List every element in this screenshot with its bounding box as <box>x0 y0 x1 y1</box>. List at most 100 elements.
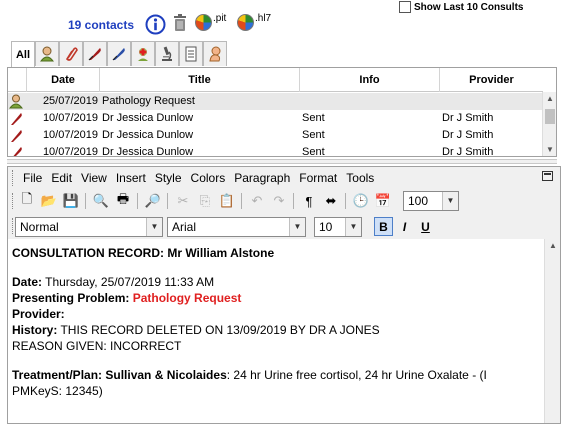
chevron-down-icon[interactable]: ▼ <box>146 218 162 236</box>
chevron-down-icon[interactable]: ▼ <box>345 218 361 236</box>
table-row[interactable]: 10/07/2019 Dr Jessica Dunlow Sent Dr J S… <box>8 127 543 144</box>
chevron-down-icon[interactable]: ▼ <box>289 218 305 236</box>
zoom-value: 100 <box>408 194 429 208</box>
tab-letters-blue[interactable] <box>107 41 131 66</box>
show-last-10-consults-checkbox[interactable]: Show Last 10 Consults <box>399 1 523 13</box>
tab-pathology[interactable] <box>155 41 179 66</box>
column-header-date[interactable]: Date <box>27 68 100 92</box>
row-provider: Dr J Smith <box>442 146 494 157</box>
new-document-icon[interactable]: 🗋 <box>18 191 36 210</box>
toolbar-grip[interactable] <box>12 193 15 209</box>
row-date: 10/07/2019 <box>42 112 98 124</box>
menu-format[interactable]: Format <box>297 171 344 185</box>
table-row[interactable]: 10/07/2019 Dr Jessica Dunlow Sent Dr J S… <box>8 110 543 127</box>
export-hl7-button[interactable]: .hl7 <box>237 13 271 31</box>
checkbox-box[interactable] <box>399 1 411 13</box>
underline-button[interactable]: U <box>416 217 435 236</box>
row-icon-cell <box>8 110 27 127</box>
row-title: Dr Jessica Dunlow <box>102 146 194 157</box>
document-heading: CONSULTATION RECORD: Mr William Alstone <box>12 246 275 260</box>
problem-value: Pathology Request <box>132 291 242 305</box>
bold-button[interactable]: B <box>374 217 393 236</box>
row-icon-cell <box>8 144 27 156</box>
menu-file[interactable]: File <box>15 171 49 185</box>
row-title: Dr Jessica Dunlow <box>102 112 194 124</box>
document-icon <box>185 46 197 62</box>
font-size-select[interactable]: 10 ▼ <box>314 217 362 237</box>
zoom-select[interactable]: 100 ▼ <box>403 191 459 211</box>
treatment-provider: Sullivan & Nicolaides <box>102 368 227 382</box>
save-icon[interactable]: 💾 <box>62 192 80 210</box>
paste-icon[interactable]: 📋 <box>218 192 236 210</box>
font-size-value: 10 <box>319 220 333 234</box>
tab-patient[interactable] <box>35 41 59 66</box>
table-row[interactable]: 10/07/2019 Dr Jessica Dunlow Sent Dr J S… <box>8 144 543 157</box>
patient-icon <box>39 46 55 62</box>
history-label: History: <box>12 323 58 337</box>
filter-tabs: All <box>11 41 541 67</box>
table-scrollbar[interactable]: ▲ ▼ <box>542 92 556 156</box>
copy-icon[interactable]: ⎘ <box>196 192 214 210</box>
tab-medical[interactable] <box>131 41 155 66</box>
quill-icon <box>13 147 22 156</box>
cut-icon[interactable]: ✂ <box>174 192 192 210</box>
tab-all[interactable]: All <box>11 41 35 67</box>
row-info: Sent <box>302 112 325 124</box>
row-icon-cell <box>8 93 27 110</box>
redo-icon[interactable]: ↷ <box>270 192 288 210</box>
column-header-title[interactable]: Title <box>100 68 300 92</box>
treatment-line: Treatment/Plan: Sullivan & Nicolaides: 2… <box>12 367 544 383</box>
menu-style[interactable]: Style <box>153 171 189 185</box>
table-header: Date Title Info Provider <box>8 68 543 92</box>
tab-all-label: All <box>15 48 31 61</box>
column-header-icon[interactable] <box>8 68 27 92</box>
tab-obstetrics[interactable] <box>203 41 227 66</box>
page-width-icon[interactable]: ⬌ <box>322 192 340 210</box>
menu-edit[interactable]: Edit <box>49 171 79 185</box>
table-row[interactable]: 25/07/2019 Pathology Request <box>8 93 543 110</box>
tab-attachments[interactable] <box>59 41 83 66</box>
style-select[interactable]: Normal ▼ <box>15 217 163 237</box>
menu-tools[interactable]: Tools <box>344 171 381 185</box>
paragraph-marks-icon[interactable]: ¶ <box>300 192 318 210</box>
toolbar-separator <box>137 193 138 209</box>
column-header-info[interactable]: Info <box>300 68 440 92</box>
row-icon-cell <box>8 127 27 144</box>
calendar-icon[interactable]: 📅 <box>374 192 392 210</box>
panel-splitter[interactable] <box>7 159 557 164</box>
chevron-down-icon[interactable]: ▼ <box>442 192 458 210</box>
document-body[interactable]: CONSULTATION RECORD: Mr William Alstone … <box>8 239 544 423</box>
scroll-up-icon[interactable]: ▲ <box>549 241 557 250</box>
pmkeys-line: PMKeyS: 12345) <box>12 384 103 398</box>
quill-red-icon <box>88 48 101 61</box>
italic-button[interactable]: I <box>395 217 414 236</box>
menu-view[interactable]: View <box>79 171 114 185</box>
reason-line: REASON GIVEN: INCORRECT <box>12 339 182 353</box>
delete-button[interactable] <box>173 14 187 32</box>
toolbar-separator <box>167 193 168 209</box>
info-button[interactable] <box>145 14 166 35</box>
undo-icon[interactable]: ↶ <box>248 192 266 210</box>
column-header-provider[interactable]: Provider <box>440 68 543 92</box>
paperclip-icon <box>65 47 78 61</box>
document-scrollbar[interactable]: ▲ <box>544 239 560 423</box>
export-pit-button[interactable]: .pit <box>195 13 226 31</box>
print-icon[interactable]: 🖶 <box>114 191 132 210</box>
clock-icon[interactable]: 🕒 <box>352 192 370 210</box>
tab-documents[interactable] <box>179 41 203 66</box>
row-date: 10/07/2019 <box>42 146 98 157</box>
menu-insert[interactable]: Insert <box>114 171 153 185</box>
menu-colors[interactable]: Colors <box>189 171 233 185</box>
open-folder-icon[interactable]: 📂 <box>40 192 58 210</box>
restore-window-icon[interactable] <box>542 171 553 181</box>
font-select[interactable]: Arial ▼ <box>167 217 306 237</box>
find-icon[interactable]: 🔎 <box>144 192 162 210</box>
scroll-up-icon[interactable]: ▲ <box>546 94 554 103</box>
scroll-down-icon[interactable]: ▼ <box>546 145 554 154</box>
problem-line: Presenting Problem: Pathology Request <box>12 290 544 306</box>
scroll-thumb[interactable] <box>545 109 555 124</box>
tab-letters-red[interactable] <box>83 41 107 66</box>
menu-paragraph[interactable]: Paragraph <box>232 171 297 185</box>
print-preview-icon[interactable]: 🔍 <box>92 192 110 210</box>
history-line: History: THIS RECORD DELETED ON 13/09/20… <box>12 322 544 338</box>
